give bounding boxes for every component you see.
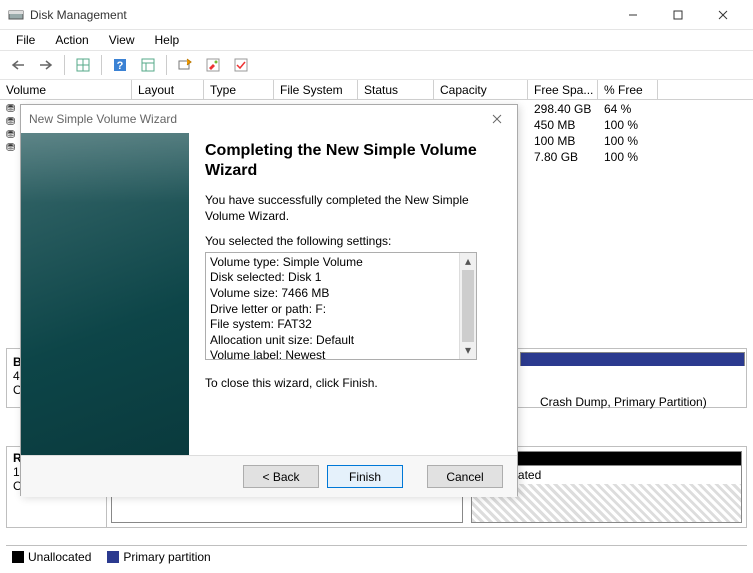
menu-file[interactable]: File — [6, 31, 45, 49]
setting-line: Volume size: 7466 MB — [210, 286, 472, 302]
svg-text:?: ? — [117, 60, 124, 72]
wizard-dialog: New Simple Volume Wizard Completing the … — [20, 104, 518, 496]
cell-pctfree: 64 % — [598, 102, 658, 118]
separator — [101, 55, 102, 75]
cell-freespace: 7.80 GB — [528, 150, 598, 166]
close-button[interactable] — [700, 0, 745, 30]
wizard-settings-list[interactable]: Volume type: Simple Volume Disk selected… — [205, 252, 477, 360]
partition-description: Crash Dump, Primary Partition) — [540, 395, 707, 409]
separator — [64, 55, 65, 75]
check-icon[interactable] — [229, 53, 253, 77]
col-type[interactable]: Type — [204, 80, 274, 99]
scrollbar[interactable]: ▴ ▾ — [459, 253, 476, 359]
col-freespace[interactable]: Free Spa... — [528, 80, 598, 99]
table-row[interactable]: 7.80 GB 100 % — [528, 150, 658, 166]
dialog-titlebar: New Simple Volume Wizard — [21, 105, 517, 133]
menu-view[interactable]: View — [99, 31, 145, 49]
cell-freespace: 298.40 GB — [528, 102, 598, 118]
legend-primary: Primary partition — [107, 550, 210, 564]
drive-icon: ⛃ — [6, 102, 15, 115]
refresh-icon[interactable] — [173, 53, 197, 77]
separator — [166, 55, 167, 75]
legend: Unallocated Primary partition — [6, 545, 747, 567]
table-row[interactable]: 100 MB 100 % — [528, 134, 658, 150]
dialog-close-button[interactable] — [485, 107, 509, 131]
cell-pctfree: 100 % — [598, 118, 658, 134]
titlebar: Disk Management — [0, 0, 753, 30]
swatch-unallocated — [12, 551, 24, 563]
setting-line: Disk selected: Disk 1 — [210, 270, 472, 286]
legend-label: Unallocated — [28, 550, 91, 564]
setting-line: Volume type: Simple Volume — [210, 255, 472, 271]
setting-line: Drive letter or path: F: — [210, 302, 472, 318]
col-status[interactable]: Status — [358, 80, 434, 99]
wizard-selected-label: You selected the following settings: — [205, 234, 501, 250]
dialog-title: New Simple Volume Wizard — [29, 112, 177, 126]
grid-icon[interactable] — [71, 53, 95, 77]
minimize-button[interactable] — [610, 0, 655, 30]
setting-line: Allocation unit size: Default — [210, 333, 472, 349]
col-pctfree[interactable]: % Free — [598, 80, 658, 99]
menu-action[interactable]: Action — [45, 31, 98, 49]
back-icon[interactable] — [6, 53, 30, 77]
cell-freespace: 100 MB — [528, 134, 598, 150]
col-volume[interactable]: Volume — [0, 80, 132, 99]
window-title: Disk Management — [30, 8, 610, 22]
wizard-sidebar-image — [21, 133, 189, 455]
app-icon — [8, 7, 24, 23]
drive-icon: ⛃ — [6, 141, 15, 154]
table-row[interactable]: 450 MB 100 % — [528, 118, 658, 134]
menu-help[interactable]: Help — [145, 31, 190, 49]
partition-bar — [520, 352, 745, 366]
scroll-down-icon[interactable]: ▾ — [460, 342, 476, 359]
view-icon[interactable] — [136, 53, 160, 77]
cancel-button[interactable]: Cancel — [427, 465, 503, 488]
menubar: File Action View Help — [0, 30, 753, 50]
properties-icon[interactable] — [201, 53, 225, 77]
back-button[interactable]: < Back — [243, 465, 319, 488]
wizard-heading: Completing the New Simple Volume Wizard — [205, 141, 501, 181]
wizard-success-text: You have successfully completed the New … — [205, 193, 501, 224]
col-layout[interactable]: Layout — [132, 80, 204, 99]
forward-icon[interactable] — [34, 53, 58, 77]
wizard-close-hint: To close this wizard, click Finish. — [205, 376, 501, 392]
finish-button[interactable]: Finish — [327, 465, 403, 488]
help-icon[interactable]: ? — [108, 53, 132, 77]
volume-list-header: Volume Layout Type File System Status Ca… — [0, 80, 753, 100]
setting-line: Volume label: Newest — [210, 348, 472, 359]
cell-pctfree: 100 % — [598, 150, 658, 166]
legend-unallocated: Unallocated — [12, 550, 91, 564]
toolbar: ? — [0, 50, 753, 80]
col-capacity[interactable]: Capacity — [434, 80, 528, 99]
drive-icon: ⛃ — [6, 128, 15, 141]
scroll-thumb[interactable] — [462, 270, 474, 342]
wizard-content: Completing the New Simple Volume Wizard … — [189, 133, 517, 455]
drive-icon: ⛃ — [6, 115, 15, 128]
cell-pctfree: 100 % — [598, 134, 658, 150]
maximize-button[interactable] — [655, 0, 700, 30]
cell-freespace: 450 MB — [528, 118, 598, 134]
legend-label: Primary partition — [123, 550, 210, 564]
setting-line: File system: FAT32 — [210, 317, 472, 333]
wizard-button-row: < Back Finish Cancel — [21, 455, 517, 497]
scroll-up-icon[interactable]: ▴ — [460, 253, 476, 270]
swatch-primary — [107, 551, 119, 563]
table-row[interactable]: 298.40 GB 64 % — [528, 102, 658, 118]
col-filesystem[interactable]: File System — [274, 80, 358, 99]
